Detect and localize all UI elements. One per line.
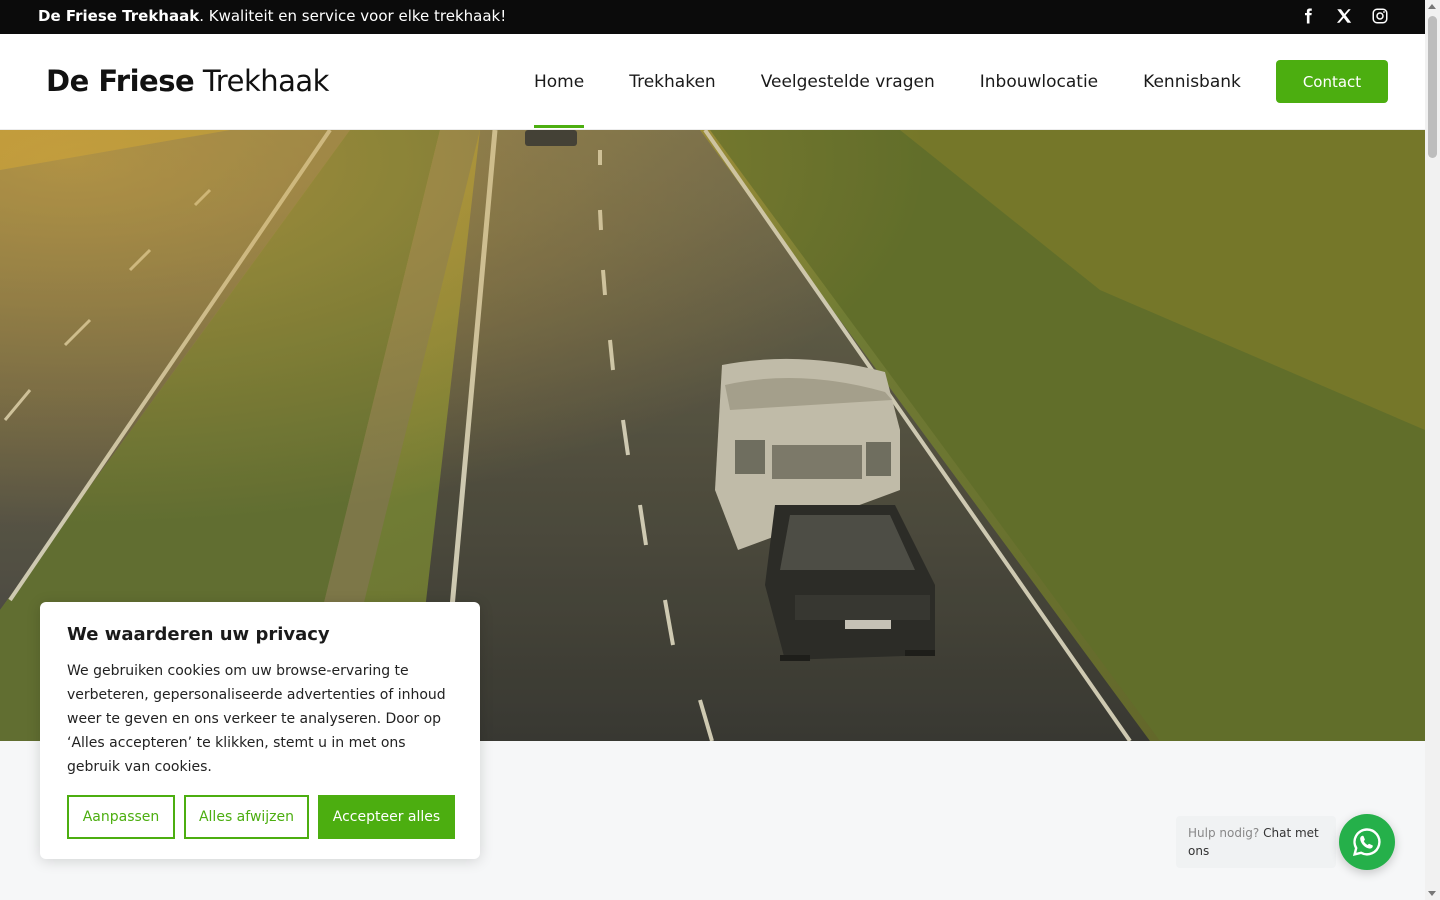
main-nav: Home Trekhaken Veelgestelde vragen Inbou… bbox=[534, 72, 1241, 128]
whatsapp-chat-button[interactable] bbox=[1339, 814, 1395, 870]
cookie-title: We waarderen uw privacy bbox=[67, 624, 330, 645]
cookie-text: We gebruiken cookies om uw browse-ervari… bbox=[67, 663, 446, 775]
nav-item-inbouwlocatie[interactable]: Inbouwlocatie bbox=[980, 72, 1098, 92]
nav-item-faq[interactable]: Veelgestelde vragen bbox=[761, 72, 935, 92]
instagram-icon[interactable] bbox=[1371, 7, 1389, 25]
logo-light: Trekhaak bbox=[202, 64, 330, 98]
chat-hint[interactable]: Hulp nodig? Chat met ons bbox=[1176, 816, 1336, 868]
contact-button[interactable]: Contact bbox=[1276, 60, 1388, 103]
site-header: De Friese Trekhaak Home Trekhaken Veelge… bbox=[0, 34, 1425, 130]
top-bar-tagline: De Friese Trekhaak. Kwaliteit en service… bbox=[38, 7, 506, 25]
logo-bold: De Friese bbox=[46, 64, 195, 98]
whatsapp-icon bbox=[1352, 828, 1381, 857]
nav-item-trekhaken[interactable]: Trekhaken bbox=[629, 72, 715, 92]
top-bar: De Friese Trekhaak. Kwaliteit en service… bbox=[0, 0, 1425, 34]
nav-item-kennisbank[interactable]: Kennisbank bbox=[1143, 72, 1241, 92]
cookie-accept-button[interactable]: Accepteer alles bbox=[318, 795, 455, 839]
x-icon[interactable] bbox=[1335, 7, 1353, 25]
cookie-reject-button[interactable]: Alles afwijzen bbox=[184, 795, 309, 839]
page-scrollbar[interactable] bbox=[1425, 0, 1440, 900]
tagline-brand: De Friese Trekhaak bbox=[38, 7, 200, 25]
scroll-down-arrow[interactable] bbox=[1428, 891, 1436, 896]
cookie-banner: We waarderen uw privacy We gebruiken coo… bbox=[40, 602, 480, 859]
cookie-buttons: Aanpassen Alles afwijzen Accepteer alles bbox=[67, 795, 455, 839]
cookie-customize-button[interactable]: Aanpassen bbox=[67, 795, 175, 839]
social-links bbox=[1299, 7, 1389, 25]
tagline-text: . Kwaliteit en service voor elke trekhaa… bbox=[199, 7, 507, 25]
scrollbar-thumb[interactable] bbox=[1428, 16, 1437, 158]
chat-hint-prefix: Hulp nodig? bbox=[1188, 826, 1260, 840]
scroll-up-arrow[interactable] bbox=[1428, 4, 1436, 9]
site-logo[interactable]: De Friese Trekhaak bbox=[46, 64, 329, 98]
nav-item-home[interactable]: Home bbox=[534, 72, 585, 128]
facebook-icon[interactable] bbox=[1299, 7, 1317, 25]
